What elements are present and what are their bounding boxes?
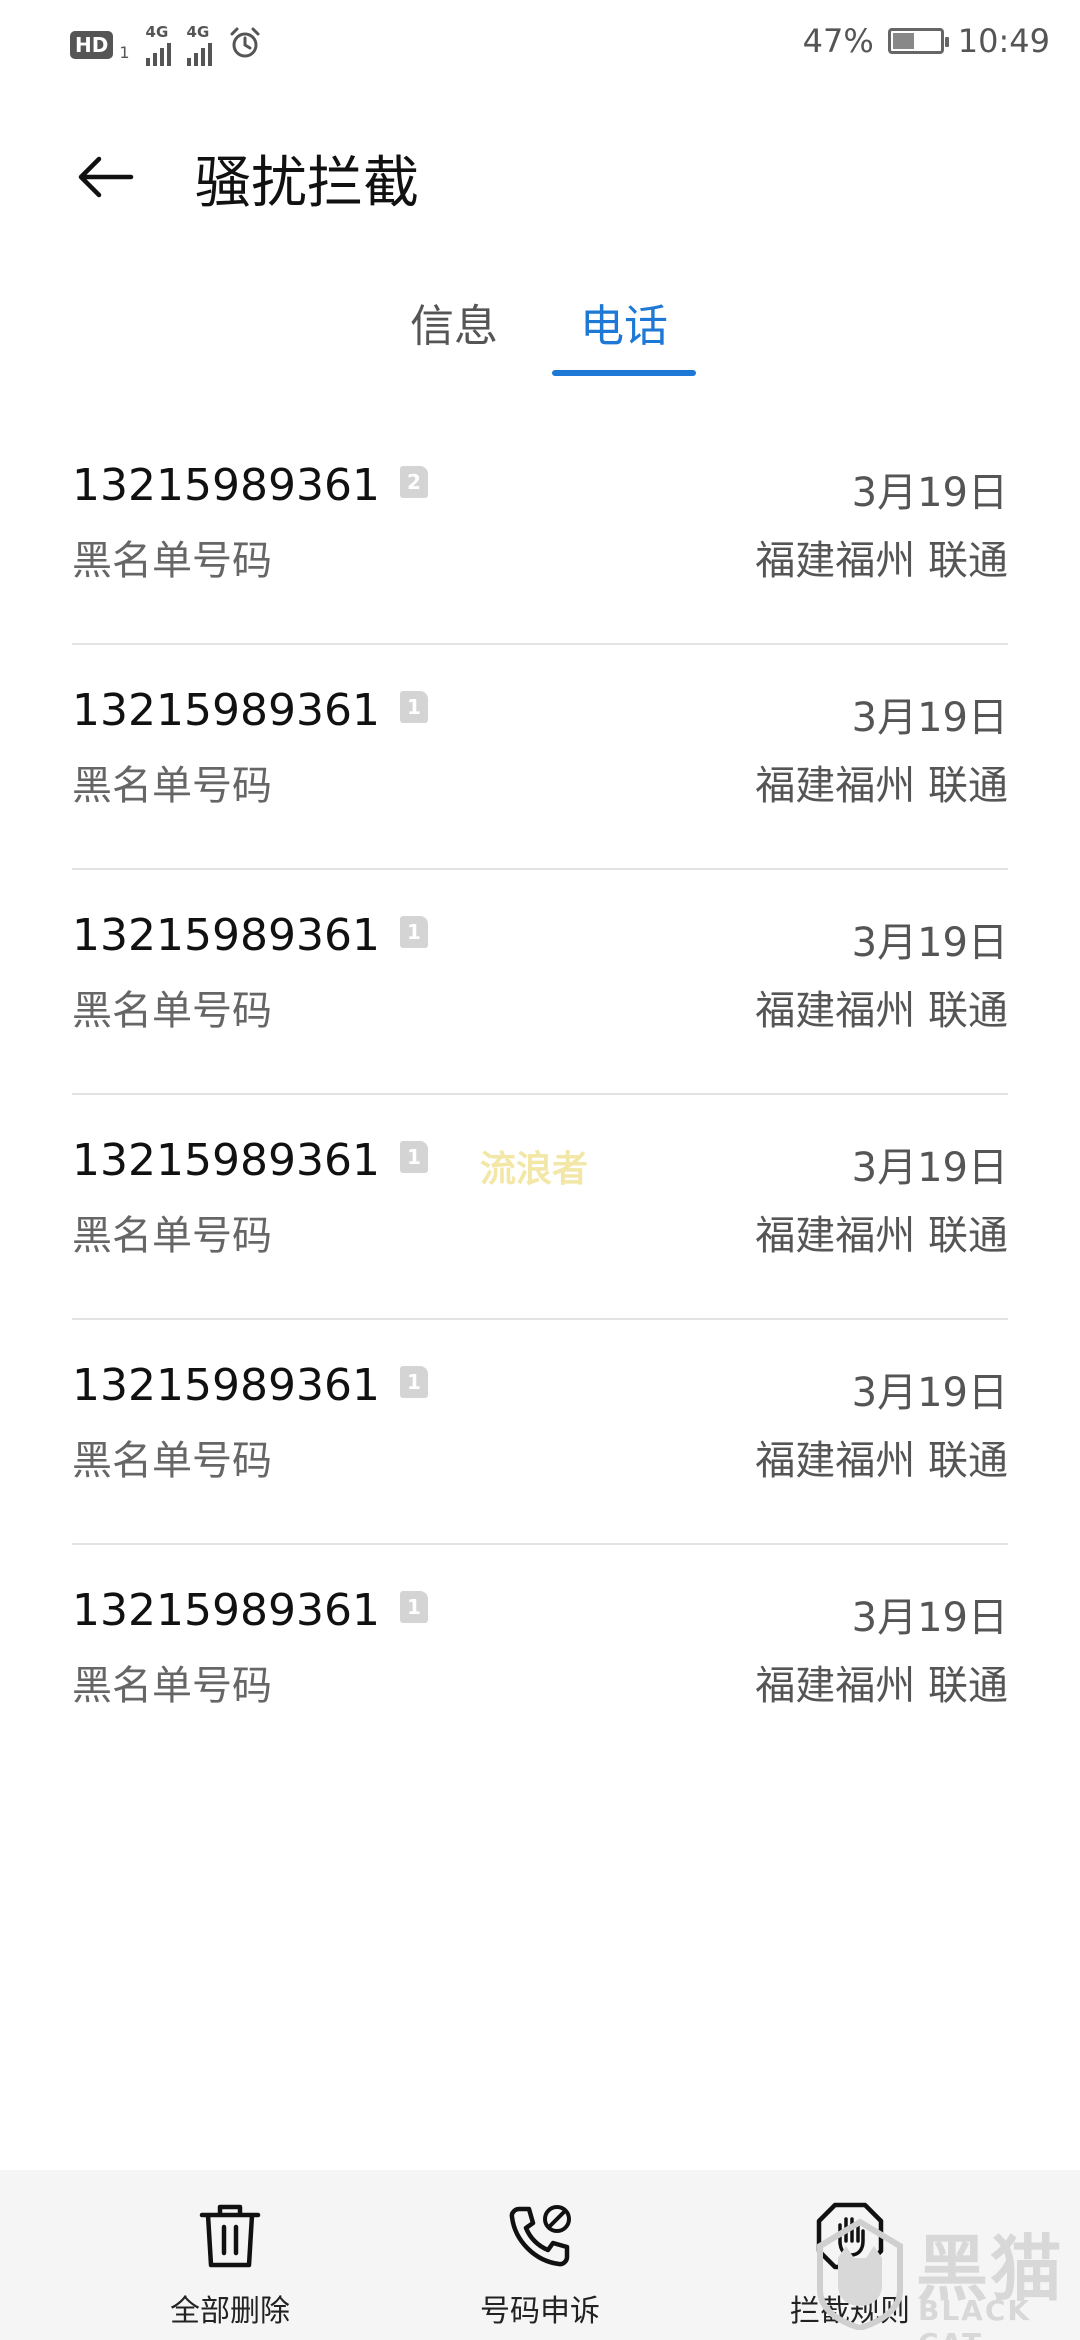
- brand-watermark: 黑猫 BLACK CAT: [804, 2210, 1074, 2340]
- signal-bars: [186, 40, 212, 66]
- phone-blocked-icon: [504, 2200, 576, 2272]
- watermark-text: 流浪者: [480, 1149, 589, 1190]
- delete-all-label: 全部删除: [170, 2294, 290, 2329]
- call-item[interactable]: 13215989361 2 黑名单号码 3月19日 福建福州 联通: [72, 420, 1008, 645]
- hd-sim-number: 1: [119, 42, 130, 62]
- call-item[interactable]: 13215989361 1 黑名单号码 3月19日 福建福州 联通: [72, 870, 1008, 1095]
- call-item[interactable]: 13215989361 1 黑名单号码 3月19日 福建福州 联通: [72, 1545, 1008, 1770]
- call-item[interactable]: 13215989361 1 黑名单号码 3月19日 福建福州 联通: [72, 645, 1008, 870]
- block-reason: 黑名单号码: [72, 763, 272, 809]
- signal-bars: [145, 40, 171, 66]
- battery-level: [892, 33, 915, 49]
- number-location: 福建福州 联通: [755, 1438, 1008, 1484]
- tab-bar: 信息 电话: [0, 290, 1080, 390]
- signal-icon-sim2: 4G: [186, 23, 212, 66]
- brand-name-en: BLACK CAT: [918, 2294, 1032, 2340]
- active-tab-indicator: [552, 370, 696, 376]
- tab-calls[interactable]: 电话: [580, 290, 668, 354]
- sim-card-icon: 1: [400, 1141, 428, 1173]
- number-location: 福建福州 联通: [755, 1663, 1008, 1709]
- sim-card-icon: 1: [400, 916, 428, 948]
- network-type-label: 4G: [145, 23, 169, 41]
- app-header: 骚扰拦截: [0, 120, 1080, 230]
- delete-all-button[interactable]: 全部删除: [100, 2200, 360, 2330]
- battery-icon: [887, 28, 949, 54]
- clock: 10:49: [957, 22, 1050, 60]
- call-item[interactable]: 13215989361 1 黑名单号码 3月19日 福建福州 联通: [72, 1095, 1008, 1320]
- number-location: 福建福州 联通: [755, 1213, 1008, 1259]
- block-reason: 黑名单号码: [72, 1213, 272, 1259]
- phone-number: 13215989361: [72, 910, 380, 961]
- blocked-call-list: 13215989361 2 黑名单号码 3月19日 福建福州 联通 132159…: [72, 420, 1008, 1770]
- black-cat-logo-icon: [817, 2218, 903, 2330]
- number-location: 福建福州 联通: [755, 988, 1008, 1034]
- call-date: 3月19日: [851, 470, 1008, 516]
- number-location: 福建福州 联通: [755, 538, 1008, 584]
- block-reason: 黑名单号码: [72, 988, 272, 1034]
- tab-messages[interactable]: 信息: [410, 290, 498, 354]
- sim-card-icon: 2: [400, 466, 428, 498]
- status-right: 47% 10:49: [803, 22, 1050, 60]
- status-bar: HD 1 4G 4G 47% 10:49: [0, 0, 1080, 92]
- block-reason: 黑名单号码: [72, 538, 272, 584]
- number-location: 福建福州 联通: [755, 763, 1008, 809]
- network-type-label: 4G: [186, 23, 210, 41]
- status-left: HD 1 4G 4G: [70, 24, 262, 66]
- call-date: 3月19日: [851, 695, 1008, 741]
- back-button[interactable]: [70, 142, 140, 212]
- call-item[interactable]: 13215989361 1 黑名单号码 3月19日 福建福州 联通: [72, 1320, 1008, 1545]
- block-reason: 黑名单号码: [72, 1438, 272, 1484]
- phone-number: 13215989361: [72, 460, 380, 511]
- call-date: 3月19日: [851, 1145, 1008, 1191]
- battery-percent: 47%: [802, 22, 874, 60]
- sim-card-icon: 1: [400, 1366, 428, 1398]
- phone-number: 13215989361: [72, 1585, 380, 1636]
- hd-voice-icon: HD: [70, 31, 114, 59]
- phone-number: 13215989361: [72, 685, 380, 736]
- alarm-icon: [228, 26, 262, 64]
- phone-number: 13215989361: [72, 1360, 380, 1411]
- sim-card-icon: 1: [400, 1591, 428, 1623]
- call-date: 3月19日: [851, 1370, 1008, 1416]
- page-title: 骚扰拦截: [195, 151, 419, 216]
- call-date: 3月19日: [851, 920, 1008, 966]
- number-appeal-label: 号码申诉: [480, 2294, 600, 2329]
- arrow-left-icon: [78, 156, 134, 198]
- phone-number: 13215989361: [72, 1135, 380, 1186]
- sim-card-icon: 1: [400, 691, 428, 723]
- call-date: 3月19日: [851, 1595, 1008, 1641]
- trash-icon: [194, 2200, 266, 2272]
- number-appeal-button[interactable]: 号码申诉: [410, 2200, 670, 2330]
- block-reason: 黑名单号码: [72, 1663, 272, 1709]
- signal-icon-sim1: 4G: [145, 23, 171, 66]
